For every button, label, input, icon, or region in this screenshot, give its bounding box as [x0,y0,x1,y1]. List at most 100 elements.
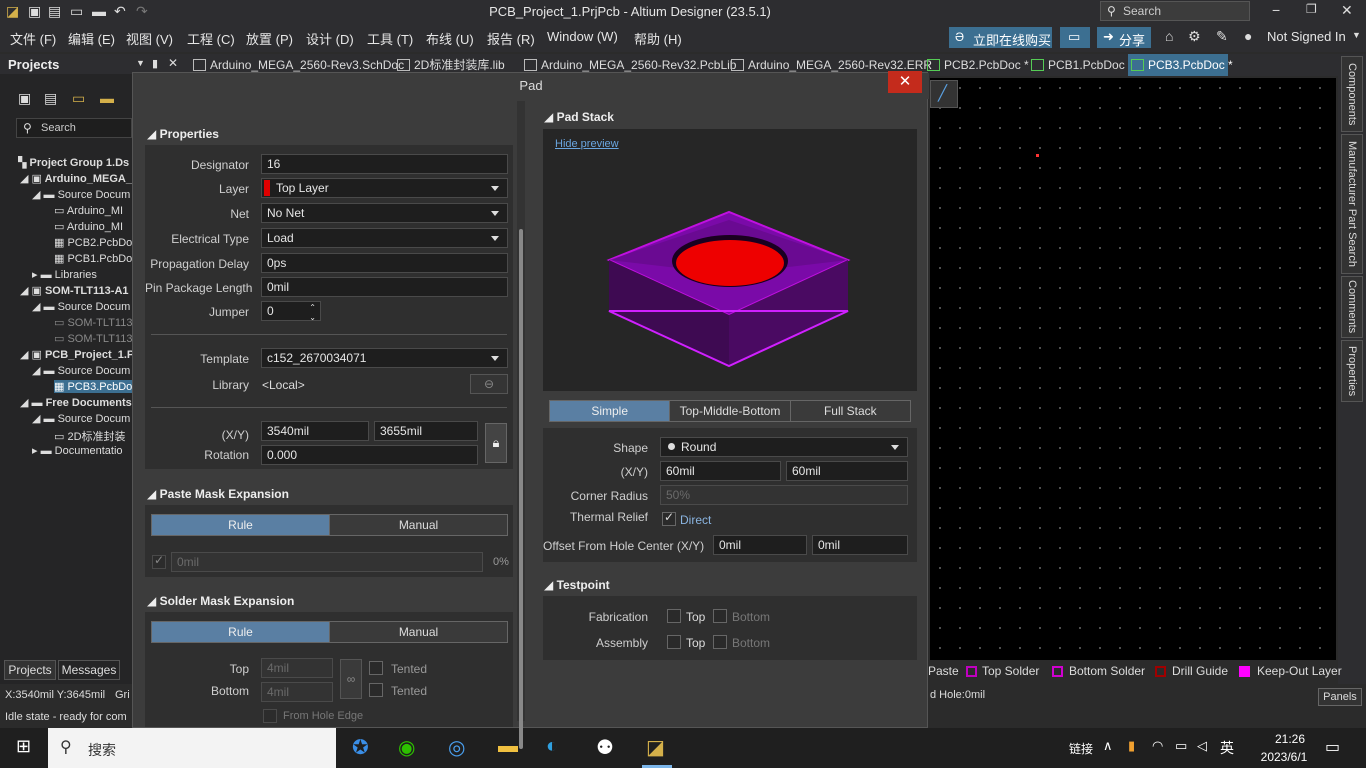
solder-bottom-input[interactable]: 4mil [261,682,333,702]
bottom-tab-messages[interactable]: Messages [58,660,120,680]
project-options-icon[interactable]: ▤ [44,90,57,107]
menu-window[interactable]: Window (W) [547,29,618,44]
pin-icon[interactable]: ▮ [152,57,158,70]
project-search-input[interactable]: ⚲ Search [16,118,132,138]
notification-icon[interactable]: ▭ [1325,737,1340,757]
tree-item-source-docs[interactable]: ◢ ▬ Source Docum [32,300,130,313]
home-icon[interactable]: ⌂ [1165,28,1173,44]
layer-tab-drill-guide[interactable]: Drill Guide [1172,664,1228,678]
maximize-icon[interactable]: ❐ [1306,2,1317,16]
solder-top-input[interactable]: 4mil [261,658,333,678]
left-scrollbar-track[interactable] [517,101,525,749]
chat-app-icon[interactable]: ◎ [448,735,465,760]
paste-mask-manual-button[interactable]: Manual [330,515,507,535]
solder-mask-manual-button[interactable]: Manual [330,622,507,642]
tree-item-doc[interactable]: ▭ Arduino_MI [54,204,123,217]
thermal-relief-value[interactable]: Direct [680,513,711,527]
left-scrollbar-thumb[interactable] [519,229,523,749]
tree-item-doc[interactable]: ▭ SOM-TLT113 [54,316,132,329]
panel-tab-comments[interactable]: Comments [1341,276,1363,338]
tree-item-source-docs[interactable]: ◢ ▬ Source Docum [32,412,130,425]
paste-mask-checkbox[interactable] [152,553,166,569]
properties-section-header[interactable]: ◢ Properties [147,127,219,141]
edge-browser-icon[interactable]: ◐ [546,735,558,758]
location-y-input[interactable]: 3655mil [374,421,478,441]
dialog-close-button[interactable]: ✕ [888,71,922,93]
active-bar-route-button[interactable]: ╱ [930,80,958,108]
tree-item-pcb1[interactable]: ▦ PCB1.PcbDoc [54,252,138,265]
designator-input[interactable]: 16 [261,154,508,174]
pcb-canvas[interactable] [930,78,1336,660]
stepper-down-icon[interactable]: ⌄ [309,309,316,320]
layer-tab-top-solder[interactable]: Top Solder [982,664,1039,678]
tree-item-documentation[interactable]: ▸ ▬ Documentatio [32,444,123,457]
open-project-folder-icon[interactable]: ▭ [72,90,85,107]
tree-item-pcb3-selected[interactable]: ▦ PCB3.PcbDoc [54,380,142,393]
altium-taskbar-icon[interactable]: ◪ [646,735,665,760]
tree-item-doc[interactable]: ▭ Arduino_MI [54,220,123,233]
tree-item-pcb2[interactable]: ▦ PCB2.PcbDoc [54,236,138,249]
windows-start-icon[interactable]: ⊞ [16,736,31,757]
star-app-icon[interactable]: ✪ [352,735,369,760]
pad-size-x-input[interactable]: 60mil [660,461,781,481]
jumper-stepper[interactable]: 0 ⌃ ⌄ [261,301,321,321]
asm-bottom-checkbox[interactable] [713,635,727,649]
volume-icon[interactable]: ◁ [1197,738,1207,754]
rotation-input[interactable]: 0.000 [261,445,478,465]
user-icon[interactable]: ● [1244,28,1252,44]
tree-item-source-docs[interactable]: ◢ ▬ Source Docum [32,188,130,201]
pad-stack-top-middle-bottom-button[interactable]: Top-Middle-Bottom [670,401,791,421]
thermal-relief-checkbox[interactable] [662,510,676,526]
layer-tab-bottom-solder[interactable]: Bottom Solder [1069,664,1145,678]
layer-tab-keep-out[interactable]: Keep-Out Layer [1257,664,1342,678]
user-chevron-down-icon[interactable]: ▼ [1352,30,1361,40]
tree-item-2d-lib[interactable]: ▭ 2D标准封装 [54,428,126,444]
layer-select[interactable]: Top Layer [261,178,508,198]
asm-top-checkbox[interactable] [667,635,681,649]
tree-item-libraries[interactable]: ▸ ▬ Libraries [32,268,97,281]
pad-3d-preview[interactable]: Hide preview [543,129,917,391]
paste-mask-value-input[interactable]: 0mil [171,552,483,572]
pin-package-length-input[interactable]: 0mil [261,277,508,297]
template-select[interactable]: c152_2670034071 [261,348,508,368]
offset-y-input[interactable]: 0mil [812,535,908,555]
menu-view[interactable]: 视图 (V) [126,29,173,48]
panel-tab-properties[interactable]: Properties [1341,340,1363,402]
tab-pcb2[interactable]: PCB2.PcbDoc * [924,54,1029,76]
add-document-icon[interactable]: ▬ [100,90,114,106]
solder-mask-rule-button[interactable]: Rule [152,622,330,642]
menu-help[interactable]: 帮助 (H) [634,29,682,48]
wifi-icon[interactable]: ◠ [1152,738,1163,754]
layer-tab-paste[interactable]: Paste [928,664,959,678]
file-explorer-icon[interactable]: ▬ [498,735,518,758]
panel-tab-manufacturer-part-search[interactable]: Manufacturer Part Search [1341,134,1363,274]
menu-route[interactable]: 布线 (U) [426,29,474,48]
panel-tab-components[interactable]: Components [1341,56,1363,132]
tree-item-project-group[interactable]: ▚ Project Group 1.Ds [18,156,129,169]
clock-time[interactable]: 21:26 [1260,732,1320,746]
share-button[interactable]: ➜ 分享 [1097,27,1151,48]
user-status[interactable]: Not Signed In [1267,29,1346,44]
panel-menu-icon[interactable]: ▼ [136,58,145,68]
solder-top-tented-checkbox[interactable] [369,661,383,675]
minimize-icon[interactable]: − [1272,2,1280,18]
lock-location-button[interactable]: 🔒︎ [485,423,507,463]
fab-bottom-checkbox[interactable] [713,609,727,623]
solder-bottom-tented-checkbox[interactable] [369,683,383,697]
electrical-type-select[interactable]: Load [261,228,508,248]
tree-item-free-documents[interactable]: ◢ ▬ Free Documents [20,396,132,409]
menu-reports[interactable]: 报告 (R) [487,29,535,48]
paste-mask-rule-button[interactable]: Rule [152,515,330,535]
unlink-template-button[interactable]: ⊖ [470,374,508,394]
tree-item-source-docs[interactable]: ◢ ▬ Source Docum [32,364,130,377]
taskbar-link-label[interactable]: 链接 [1069,740,1093,757]
paste-mask-section-header[interactable]: ◢ Paste Mask Expansion [147,487,289,501]
menu-place[interactable]: 放置 (P) [246,29,293,48]
bottom-tab-projects[interactable]: Projects [4,660,56,680]
gear-icon[interactable]: ⚙ [1188,28,1201,45]
testpoint-section-header[interactable]: ◢ Testpoint [544,578,610,592]
solder-mask-section-header[interactable]: ◢ Solder Mask Expansion [147,594,294,608]
menu-project[interactable]: 工程 (C) [187,29,235,48]
menu-file[interactable]: 文件 (F) [10,29,56,48]
menu-tools[interactable]: 工具 (T) [367,29,413,48]
